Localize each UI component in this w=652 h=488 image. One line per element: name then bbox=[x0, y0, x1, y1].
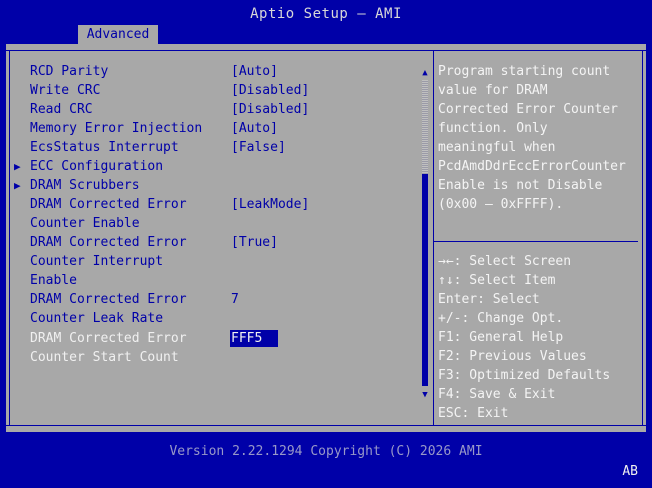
setting-rcd-parity[interactable]: RCD Parity [Auto] bbox=[6, 62, 416, 81]
scrollbar[interactable]: ▲ ▼ bbox=[420, 64, 430, 404]
setting-label-continuation: Counter Interrupt bbox=[6, 252, 416, 271]
arrow-up-down-icon: ↑↓ bbox=[438, 273, 454, 288]
setting-value[interactable]: 7 bbox=[231, 290, 239, 309]
setting-label: DRAM Corrected Error bbox=[30, 197, 187, 212]
setting-value[interactable]: [Disabled] bbox=[231, 100, 309, 119]
help-text-line: (0x00 – 0xFFFF). bbox=[438, 197, 564, 212]
submenu-arrow-icon: ▶ bbox=[14, 160, 21, 173]
key-help-f3: F3: Optimized Defaults bbox=[438, 366, 643, 385]
key-name: F3 bbox=[438, 368, 454, 383]
setting-label: Read CRC bbox=[30, 102, 93, 117]
main-frame: RCD Parity [Auto] Write CRC [Disabled] R… bbox=[6, 44, 646, 432]
key-action: : Exit bbox=[461, 406, 509, 421]
help-text-line: Corrected Error Counter bbox=[438, 102, 619, 117]
scroll-thumb[interactable] bbox=[422, 174, 428, 386]
help-text-line: value for DRAM bbox=[438, 83, 548, 98]
title-bar: Aptio Setup – AMI Advanced bbox=[0, 0, 652, 44]
setting-memory-error-injection[interactable]: Memory Error Injection [Auto] bbox=[6, 119, 416, 138]
app-title: Aptio Setup – AMI bbox=[250, 6, 402, 22]
setting-dram-ce-counter-start-count[interactable]: DRAM Corrected Error bbox=[6, 329, 416, 348]
frame-bottom-border bbox=[6, 425, 646, 426]
setting-value[interactable]: [Disabled] bbox=[231, 81, 309, 100]
setting-dram-ce-counter-interrupt[interactable]: DRAM Corrected Error [True] bbox=[6, 233, 416, 252]
panel-divider bbox=[433, 50, 434, 426]
key-name: +/- bbox=[438, 311, 462, 326]
key-help-enter: Enter: Select bbox=[438, 290, 643, 309]
key-action: : Save & Exit bbox=[453, 387, 556, 402]
setting-label: RCD Parity bbox=[30, 64, 109, 79]
key-action: : Change Opt. bbox=[461, 311, 564, 326]
setting-label: DRAM Corrected Error bbox=[30, 235, 187, 250]
key-name: F1 bbox=[438, 330, 454, 345]
setting-ecsstatus-interrupt[interactable]: EcsStatus Interrupt [False] bbox=[6, 138, 416, 157]
setting-label: Write CRC bbox=[30, 83, 101, 98]
setting-label-continuation: Counter Leak Rate bbox=[6, 309, 416, 328]
setting-label: Counter Interrupt bbox=[30, 254, 164, 269]
key-name: ESC bbox=[438, 406, 462, 421]
key-name: F4 bbox=[438, 387, 454, 402]
help-text-line: Enable is not Disable bbox=[438, 178, 603, 193]
setting-label-continuation: Counter Enable bbox=[6, 214, 416, 233]
key-action: : Optimized Defaults bbox=[453, 368, 611, 383]
start-count-input[interactable]: FFF5 bbox=[230, 330, 278, 347]
setting-label: Memory Error Injection bbox=[30, 121, 203, 136]
setting-dram-ce-counter-leak-rate[interactable]: DRAM Corrected Error 7 bbox=[6, 290, 416, 309]
setting-label: DRAM Corrected Error bbox=[30, 292, 187, 307]
setting-value[interactable]: [Auto] bbox=[231, 119, 278, 138]
setting-label-continuation: Enable bbox=[6, 271, 416, 290]
scroll-down-icon[interactable]: ▼ bbox=[420, 390, 430, 400]
setting-label: DRAM Corrected Error bbox=[30, 331, 187, 346]
setting-value[interactable]: [False] bbox=[231, 138, 286, 157]
key-help-select-screen: →←: Select Screen bbox=[438, 252, 643, 271]
setting-label: Enable bbox=[30, 273, 77, 288]
key-help-f1: F1: General Help bbox=[438, 328, 643, 347]
setting-write-crc[interactable]: Write CRC [Disabled] bbox=[6, 81, 416, 100]
submenu-dram-scrubbers[interactable]: ▶ DRAM Scrubbers bbox=[6, 176, 416, 195]
key-action: : Select Screen bbox=[453, 254, 572, 269]
key-name: F2 bbox=[438, 349, 454, 364]
setting-value[interactable]: [Auto] bbox=[231, 62, 278, 81]
help-divider bbox=[434, 241, 638, 242]
setting-dram-ce-counter-enable[interactable]: DRAM Corrected Error [LeakMode] bbox=[6, 195, 416, 214]
tab-advanced[interactable]: Advanced bbox=[78, 25, 158, 44]
status-badge: AB bbox=[622, 464, 638, 479]
setting-read-crc[interactable]: Read CRC [Disabled] bbox=[6, 100, 416, 119]
key-name: Enter bbox=[438, 292, 478, 307]
key-action: : Select Item bbox=[453, 273, 556, 288]
help-text-line: function. Only bbox=[438, 121, 548, 136]
key-action: : General Help bbox=[453, 330, 564, 345]
key-help-change-opt: +/-: Change Opt. bbox=[438, 309, 643, 328]
submenu-arrow-icon: ▶ bbox=[14, 179, 21, 192]
scroll-up-icon[interactable]: ▲ bbox=[420, 68, 430, 78]
help-text-line: meaningful when bbox=[438, 140, 556, 155]
arrow-left-right-icon: →← bbox=[438, 254, 454, 269]
setting-value[interactable]: [True] bbox=[231, 233, 278, 252]
help-text-line: Program starting count bbox=[438, 64, 611, 79]
submenu-label: DRAM Scrubbers bbox=[30, 178, 140, 193]
version-text: Version 2.22.1294 Copyright (C) 2026 AMI bbox=[169, 444, 483, 459]
setting-label-continuation: Counter Start Count bbox=[6, 348, 416, 367]
submenu-ecc-configuration[interactable]: ▶ ECC Configuration bbox=[6, 157, 416, 176]
key-action: : Previous Values bbox=[453, 349, 587, 364]
submenu-label: ECC Configuration bbox=[30, 159, 164, 174]
setting-label: Counter Leak Rate bbox=[30, 311, 164, 326]
key-help-f2: F2: Previous Values bbox=[438, 347, 643, 366]
setting-label: EcsStatus Interrupt bbox=[30, 140, 179, 155]
setting-label: Counter Enable bbox=[30, 216, 140, 231]
key-action: : Select bbox=[477, 292, 540, 307]
setting-label: Counter Start Count bbox=[30, 350, 179, 365]
key-help-select-item: ↑↓: Select Item bbox=[438, 271, 643, 290]
key-help-esc: ESC: Exit bbox=[438, 404, 643, 423]
key-help-f4: F4: Save & Exit bbox=[438, 385, 643, 404]
footer: Version 2.22.1294 Copyright (C) 2026 AMI… bbox=[0, 440, 652, 488]
setting-value[interactable]: [LeakMode] bbox=[231, 195, 309, 214]
help-text-line: PcdAmdDdrEccErrorCounter bbox=[438, 159, 626, 174]
frame-top-border bbox=[6, 50, 646, 51]
